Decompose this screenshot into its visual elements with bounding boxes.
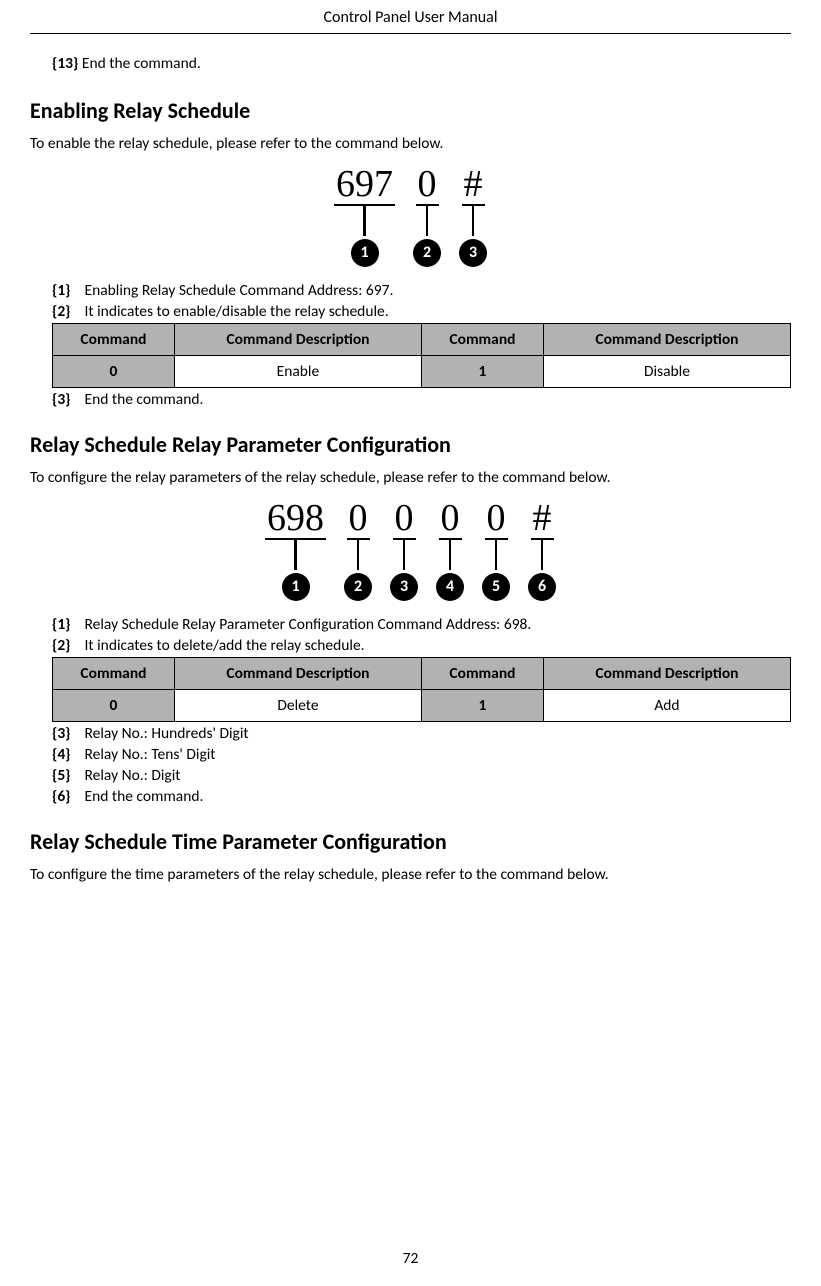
table-cell: 0 <box>53 356 175 388</box>
diagram-value: 0 <box>439 499 462 540</box>
def-line: {3} Relay No.: Hundreds' Digit <box>30 724 791 743</box>
def-text: Enabling Relay Schedule Command Address:… <box>85 281 394 300</box>
table-row: 0 Delete 1 Add <box>53 690 791 722</box>
diagram-stem <box>541 540 544 570</box>
def-brace: {2} <box>52 302 71 321</box>
def-brace: {2} <box>52 636 71 655</box>
diagram-value: 697 <box>334 165 395 206</box>
def-text: Relay No.: Digit <box>85 766 181 785</box>
diagram-part: 697 1 <box>334 165 395 267</box>
def-line: {2} It indicates to delete/add the relay … <box>30 636 791 655</box>
table-cell: 1 <box>421 356 543 388</box>
table-header: Command <box>421 324 543 356</box>
def-line: {6} End the command. <box>30 787 791 806</box>
table-header: Command Description <box>543 324 790 356</box>
page-number: 72 <box>0 1249 821 1268</box>
def-brace: {6} <box>52 787 71 806</box>
diagram-value: 0 <box>485 499 508 540</box>
def-line: {4} Relay No.: Tens' Digit <box>30 745 791 764</box>
def-line: {5} Relay No.: Digit <box>30 766 791 785</box>
diagram-stem <box>495 540 498 570</box>
diagram-value: 0 <box>416 165 439 206</box>
def-text: End the command. <box>85 787 204 806</box>
def-text: It indicates to enable/disable the relay… <box>85 302 389 321</box>
diagram-stem <box>449 540 452 570</box>
diagram-number-icon: 3 <box>390 573 418 601</box>
section-heading-relay-parameter-config: Relay Schedule Relay Parameter Configura… <box>30 431 791 458</box>
def-line: {2} It indicates to enable/disable the re… <box>30 302 791 321</box>
diagram-number-icon: 2 <box>344 573 372 601</box>
table-cell: 1 <box>421 690 543 722</box>
section-heading-enabling-relay-schedule: Enabling Relay Schedule <box>30 97 791 124</box>
def-text: It indicates to delete/add the relay sch… <box>85 636 365 655</box>
section-intro-enabling-relay-schedule: To enable the relay schedule, please ref… <box>30 134 791 153</box>
table-header: Command Description <box>174 658 421 690</box>
def-brace: {1} <box>52 281 71 300</box>
diagram-part: 0 3 <box>390 499 418 601</box>
diagram-stem <box>403 540 406 570</box>
def-line: {1} Relay Schedule Relay Parameter Config… <box>30 615 791 634</box>
diagram-part: 0 4 <box>436 499 464 601</box>
table-header: Command <box>421 658 543 690</box>
diagram-number-icon: 4 <box>436 573 464 601</box>
diagram-stem <box>363 206 366 236</box>
note-13: {13} End the command. <box>30 54 791 73</box>
def-brace: {3} <box>52 724 71 743</box>
def-text: Relay Schedule Relay Parameter Configura… <box>85 615 532 634</box>
diagram-stem <box>294 540 297 570</box>
diagram-stem <box>472 206 475 236</box>
command-diagram-697: 697 1 0 2 # 3 <box>30 165 791 267</box>
table-row: 0 Enable 1 Disable <box>53 356 791 388</box>
table-row: Command Command Description Command Comm… <box>53 324 791 356</box>
table-cell: Delete <box>174 690 421 722</box>
diagram-part: # 3 <box>459 165 487 267</box>
def-brace: {3} <box>52 390 71 409</box>
table-cell: Enable <box>174 356 421 388</box>
table-header: Command Description <box>174 324 421 356</box>
diagram-part: 0 5 <box>482 499 510 601</box>
table-header: Command <box>53 658 175 690</box>
table-cell: Disable <box>543 356 790 388</box>
def-line: {1} Enabling Relay Schedule Command Addre… <box>30 281 791 300</box>
def-text: Relay No.: Hundreds' Digit <box>85 724 249 743</box>
command-table-enable-disable: Command Command Description Command Comm… <box>52 323 791 388</box>
diagram-value: 0 <box>347 499 370 540</box>
diagram-number-icon: 3 <box>459 239 487 267</box>
def-brace: {5} <box>52 766 71 785</box>
table-header: Command <box>53 324 175 356</box>
def-text: Relay No.: Tens' Digit <box>85 745 216 764</box>
table-cell: 0 <box>53 690 175 722</box>
table-cell: Add <box>543 690 790 722</box>
def-brace: {4} <box>52 745 71 764</box>
diagram-number-icon: 2 <box>413 239 441 267</box>
diagram-part: # 6 <box>528 499 556 601</box>
diagram-number-icon: 6 <box>528 573 556 601</box>
def-text: End the command. <box>85 390 204 409</box>
section-heading-time-parameter-config: Relay Schedule Time Parameter Configurat… <box>30 828 791 855</box>
note-13-text: End the command. <box>82 54 201 73</box>
diagram-stem <box>357 540 360 570</box>
header-title: Control Panel User Manual <box>30 0 791 34</box>
def-line: {3} End the command. <box>30 390 791 409</box>
note-13-brace: {13} <box>52 54 78 73</box>
diagram-value: 698 <box>265 499 326 540</box>
diagram-number-icon: 5 <box>482 573 510 601</box>
table-row: Command Command Description Command Comm… <box>53 658 791 690</box>
def-brace: {1} <box>52 615 71 634</box>
diagram-part: 0 2 <box>413 165 441 267</box>
diagram-number-icon: 1 <box>282 573 310 601</box>
diagram-part: 0 2 <box>344 499 372 601</box>
section-intro-time-parameter-config: To configure the time parameters of the … <box>30 865 791 884</box>
table-header: Command Description <box>543 658 790 690</box>
diagram-value: 0 <box>393 499 416 540</box>
diagram-part: 698 1 <box>265 499 326 601</box>
diagram-value: # <box>531 499 554 540</box>
command-diagram-698: 698 1 0 2 0 3 0 4 0 5 # 6 <box>30 499 791 601</box>
diagram-stem <box>426 206 429 236</box>
command-table-delete-add: Command Command Description Command Comm… <box>52 657 791 722</box>
diagram-value: # <box>462 165 485 206</box>
section-intro-relay-parameter-config: To configure the relay parameters of the… <box>30 468 791 487</box>
diagram-number-icon: 1 <box>351 239 379 267</box>
